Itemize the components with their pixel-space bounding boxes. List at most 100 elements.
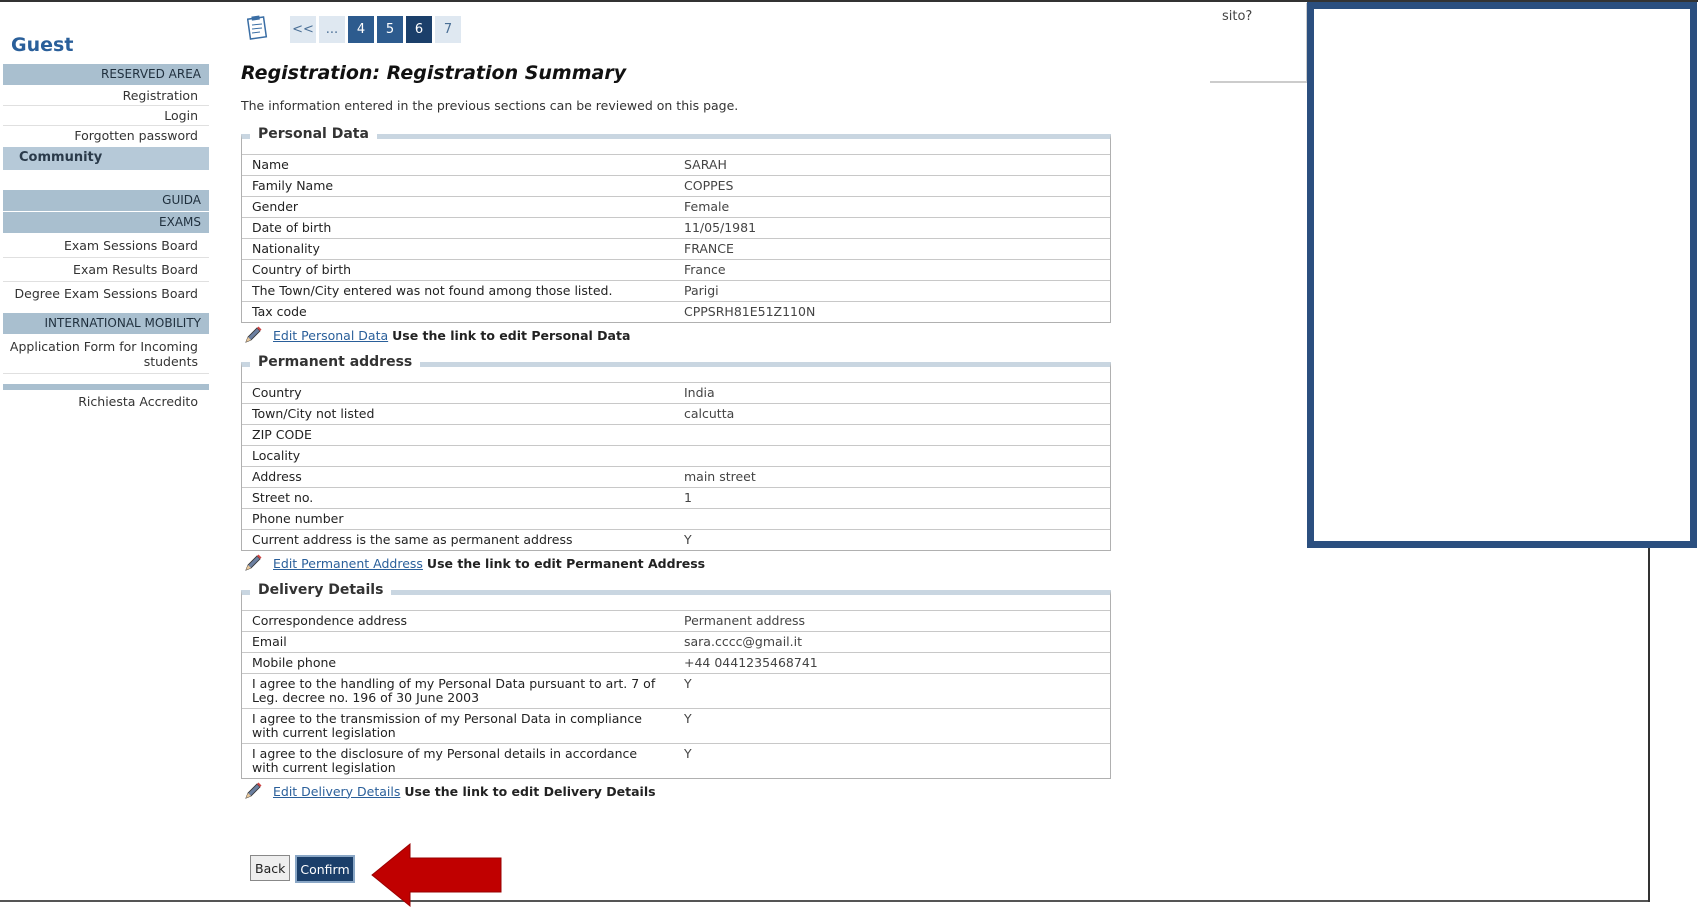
back-button[interactable]: Back bbox=[250, 855, 291, 881]
pager-page-7[interactable]: 7 bbox=[435, 16, 461, 43]
pencil-icon bbox=[245, 554, 262, 571]
field-label: I agree to the transmission of my Person… bbox=[242, 708, 674, 744]
sidebar-item-registration[interactable]: Registration bbox=[3, 86, 209, 106]
pager-ellipsis[interactable]: ... bbox=[319, 16, 345, 43]
sidebar-item-community[interactable]: Community bbox=[3, 147, 209, 170]
field-value: SARAH bbox=[674, 154, 1110, 176]
field-value: Female bbox=[674, 196, 1110, 218]
form-actions: Back Confirm bbox=[250, 855, 355, 883]
field-value: Y bbox=[674, 743, 1110, 778]
delivery-details-table: Correspondence address Permanent address E… bbox=[242, 610, 1110, 778]
bottom-border bbox=[0, 900, 1650, 902]
field-label: Country of birth bbox=[242, 259, 674, 281]
highlight-panel bbox=[1307, 2, 1697, 548]
section-guida[interactable]: GUIDA bbox=[3, 190, 209, 212]
edit-permanent-hint: Use the link to edit Permanent Address bbox=[426, 555, 706, 571]
permanent-address-section: Permanent address Country India Town/City … bbox=[241, 354, 1111, 551]
field-value: sara.cccc@gmail.it bbox=[674, 631, 1110, 653]
field-value: Parigi bbox=[674, 280, 1110, 302]
table-row: Date of birth 11/05/1981 bbox=[242, 217, 1110, 239]
pager-page-4[interactable]: 4 bbox=[348, 16, 374, 43]
table-row: Name SARAH bbox=[242, 154, 1110, 176]
table-row: Gender Female bbox=[242, 196, 1110, 218]
edit-permanent-address-link[interactable]: Edit Permanent Address bbox=[273, 556, 423, 571]
confirm-button[interactable]: Confirm bbox=[295, 855, 355, 883]
table-row: Current address is the same as permanent… bbox=[242, 529, 1110, 550]
section-exams: EXAMS bbox=[3, 212, 209, 234]
field-value: CPPSRH81E51Z110N bbox=[674, 301, 1110, 322]
field-value: COPPES bbox=[674, 175, 1110, 197]
page-title: Registration: Registration Summary bbox=[241, 62, 627, 84]
permanent-address-table: Country India Town/City not listed calcutta… bbox=[242, 382, 1110, 550]
sidebar-item-exam-sessions[interactable]: Exam Sessions Board bbox=[3, 234, 209, 258]
pencil-icon bbox=[245, 782, 262, 799]
field-value: +44 0441235468741 bbox=[674, 652, 1110, 674]
field-value: Y bbox=[674, 529, 1110, 550]
field-label: Address bbox=[242, 466, 674, 488]
user-name: Guest bbox=[11, 34, 74, 56]
edit-personal-data-link[interactable]: Edit Personal Data bbox=[273, 328, 388, 343]
field-label: The Town/City entered was not found amon… bbox=[242, 280, 674, 302]
table-row: I agree to the transmission of my Person… bbox=[242, 708, 1110, 744]
edit-permanent-row: Edit Permanent Address Use the link to e… bbox=[241, 554, 1111, 572]
pager-first[interactable]: << bbox=[290, 16, 316, 43]
field-label: ZIP CODE bbox=[242, 424, 674, 446]
table-row: Email sara.cccc@gmail.it bbox=[242, 631, 1110, 653]
sidebar-item-richiesta-accredito[interactable]: Richiesta Accredito bbox=[3, 390, 209, 411]
pager-page-5[interactable]: 5 bbox=[377, 16, 403, 43]
table-row: Street no. 1 bbox=[242, 487, 1110, 509]
table-row: Nationality FRANCE bbox=[242, 238, 1110, 260]
field-label: Town/City not listed bbox=[242, 403, 674, 425]
clipboard-icon bbox=[247, 15, 268, 40]
field-label: Gender bbox=[242, 196, 674, 218]
red-arrow-annotation bbox=[371, 842, 502, 908]
field-value: Y bbox=[674, 708, 1110, 744]
edit-delivery-hint: Use the link to edit Delivery Details bbox=[404, 783, 656, 799]
sidebar-item-incoming-form[interactable]: Application Form for Incoming students bbox=[3, 335, 209, 374]
field-label: Nationality bbox=[242, 238, 674, 260]
field-label: Correspondence address bbox=[242, 610, 674, 632]
field-value: FRANCE bbox=[674, 238, 1110, 260]
table-row: I agree to the disclosure of my Personal… bbox=[242, 743, 1110, 778]
intro-text: The information entered in the previous … bbox=[241, 98, 739, 113]
field-label: I agree to the handling of my Personal D… bbox=[242, 673, 674, 709]
right-border bbox=[1648, 540, 1650, 902]
field-label: Date of birth bbox=[242, 217, 674, 239]
table-row: Tax code CPPSRH81E51Z110N bbox=[242, 301, 1110, 322]
field-label: I agree to the disclosure of my Personal… bbox=[242, 743, 674, 778]
table-row: Country of birth France bbox=[242, 259, 1110, 281]
table-row: ZIP CODE bbox=[242, 424, 1110, 446]
section-reserved-area: RESERVED AREA bbox=[3, 64, 209, 86]
tip-text: sito? bbox=[1222, 9, 1253, 24]
field-label: Street no. bbox=[242, 487, 674, 509]
field-value bbox=[674, 508, 1110, 530]
field-value: 1 bbox=[674, 487, 1110, 509]
table-row: Family Name COPPES bbox=[242, 175, 1110, 197]
sidebar-item-forgotten-password[interactable]: Forgotten password bbox=[3, 126, 209, 145]
table-row: Phone number bbox=[242, 508, 1110, 530]
sidebar-item-exam-results[interactable]: Exam Results Board bbox=[3, 258, 209, 282]
sidebar-item-login[interactable]: Login bbox=[3, 106, 209, 126]
field-value: calcutta bbox=[674, 403, 1110, 425]
field-value: Y bbox=[674, 673, 1110, 709]
field-label: Locality bbox=[242, 445, 674, 467]
main-content: Registration: Registration Summary The i… bbox=[241, 60, 1111, 800]
pager-page-6[interactable]: 6 bbox=[406, 16, 432, 43]
field-value: France bbox=[674, 259, 1110, 281]
field-value: Permanent address bbox=[674, 610, 1110, 632]
sidebar: Guest RESERVED AREA Registration Login F… bbox=[3, 30, 209, 411]
field-value: main street bbox=[674, 466, 1110, 488]
edit-personal-row: Edit Personal Data Use the link to edit … bbox=[241, 326, 1111, 344]
permanent-address-legend: Permanent address bbox=[250, 354, 421, 370]
sidebar-item-degree-exam-sessions[interactable]: Degree Exam Sessions Board bbox=[3, 282, 209, 305]
section-international-mobility: INTERNATIONAL MOBILITY bbox=[3, 313, 209, 335]
edit-delivery-details-link[interactable]: Edit Delivery Details bbox=[273, 784, 400, 799]
field-label: Family Name bbox=[242, 175, 674, 197]
delivery-details-section: Delivery Details Correspondence address P… bbox=[241, 582, 1111, 779]
field-label: Current address is the same as permanent… bbox=[242, 529, 674, 550]
field-label: Tax code bbox=[242, 301, 674, 322]
field-value: 11/05/1981 bbox=[674, 217, 1110, 239]
delivery-details-legend: Delivery Details bbox=[250, 582, 392, 598]
field-label: Name bbox=[242, 154, 674, 176]
table-row: Address main street bbox=[242, 466, 1110, 488]
